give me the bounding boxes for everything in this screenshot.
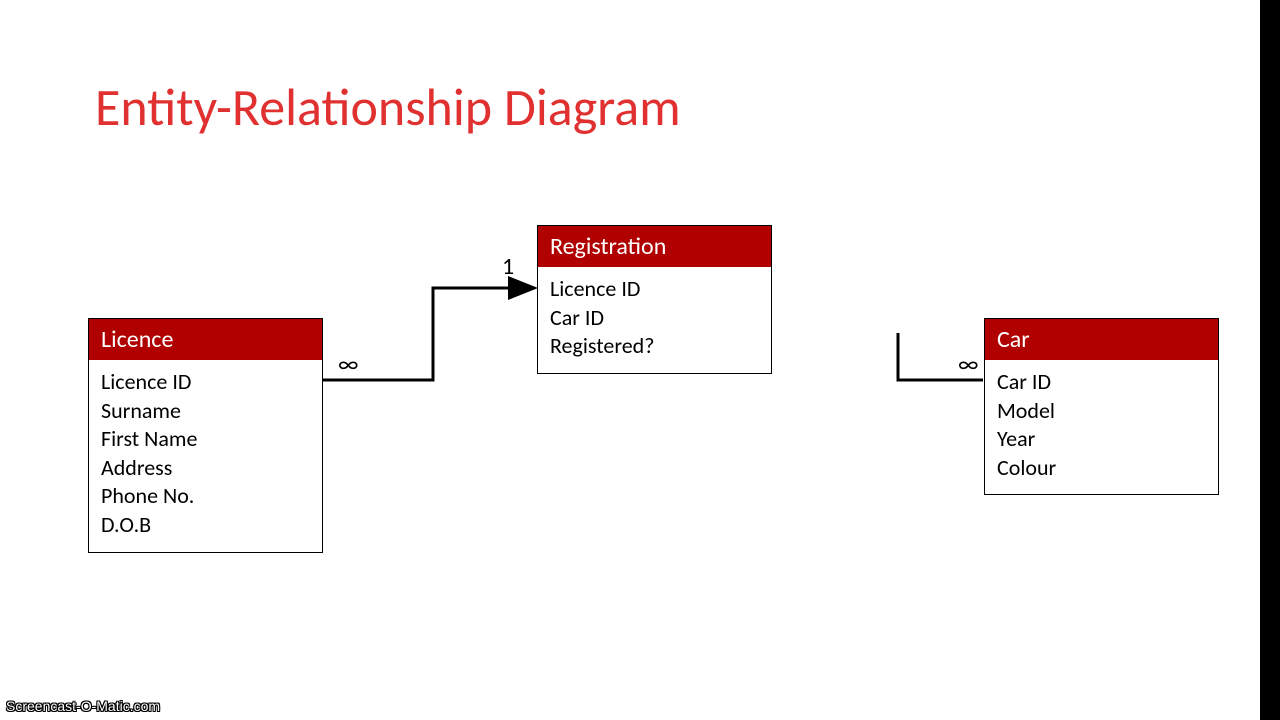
entity-car-body: Car ID Model Year Colour [985, 360, 1218, 494]
entity-attr: Car ID [550, 304, 759, 333]
entity-attr: First Name [101, 425, 310, 454]
cardinality-car: ∞ [958, 350, 978, 379]
entity-licence: Licence Licence ID Surname First Name Ad… [88, 318, 323, 553]
entity-registration-body: Licence ID Car ID Registered? [538, 267, 771, 373]
entity-attr: Licence ID [101, 368, 310, 397]
entity-licence-body: Licence ID Surname First Name Address Ph… [89, 360, 322, 552]
entity-attr: Licence ID [550, 275, 759, 304]
entity-attr: Surname [101, 397, 310, 426]
entity-registration-header: Registration [538, 226, 771, 267]
window-border-right [1260, 0, 1280, 720]
entity-attr: Phone No. [101, 482, 310, 511]
entity-car-header: Car [985, 319, 1218, 360]
entity-attr: Colour [997, 454, 1206, 483]
entity-attr: Model [997, 397, 1206, 426]
cardinality-registration: 1 [502, 252, 514, 281]
entity-car: Car Car ID Model Year Colour [984, 318, 1219, 495]
entity-attr: Registered? [550, 332, 759, 361]
entity-attr: D.O.B [101, 511, 310, 540]
cardinality-licence: ∞ [338, 350, 358, 379]
watermark: Screencast-O-Matic.com [6, 698, 160, 714]
entity-registration: Registration Licence ID Car ID Registere… [537, 225, 772, 374]
entity-licence-header: Licence [89, 319, 322, 360]
entity-attr: Year [997, 425, 1206, 454]
page-title: Entity-Relationship Diagram [95, 75, 681, 139]
entity-attr: Car ID [997, 368, 1206, 397]
entity-attr: Address [101, 454, 310, 483]
